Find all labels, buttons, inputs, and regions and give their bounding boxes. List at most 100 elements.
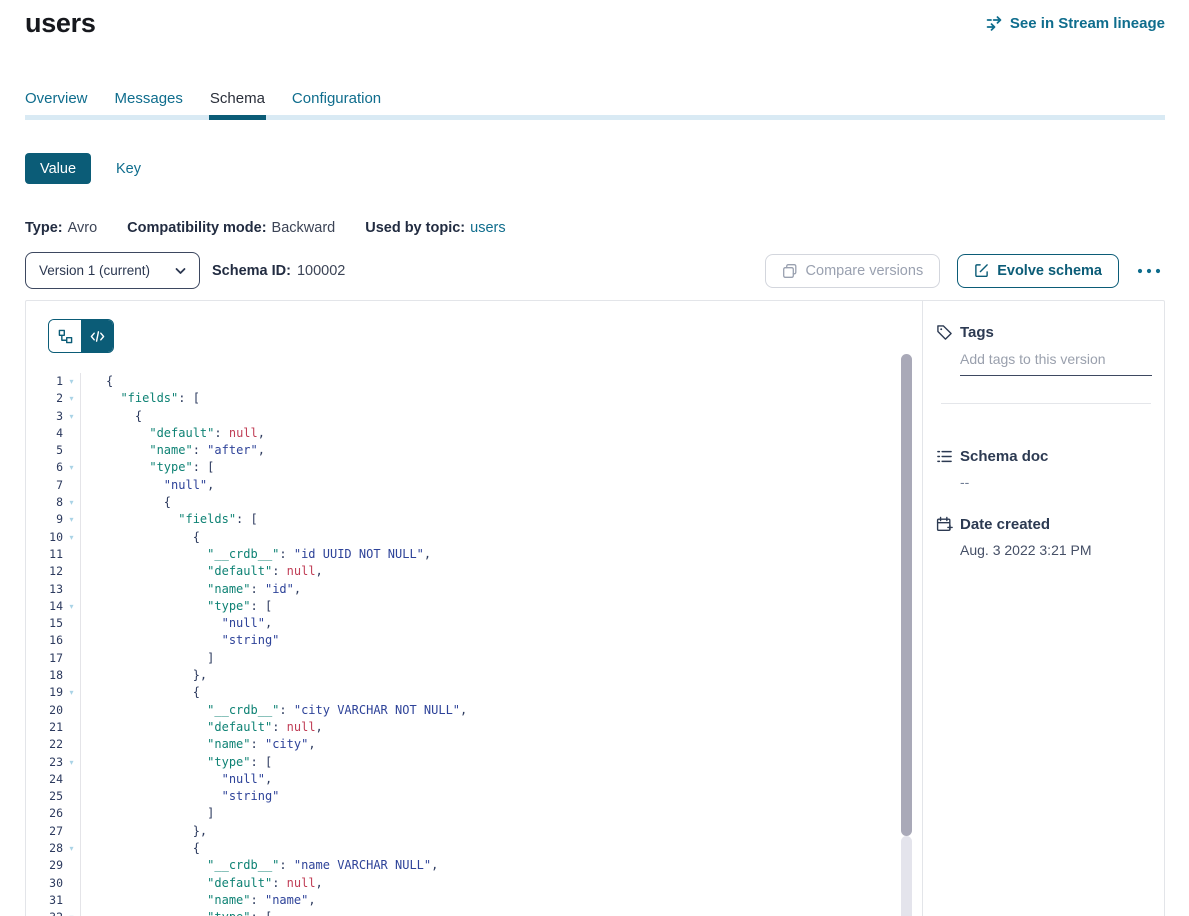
- code-text: ]: [80, 650, 922, 667]
- date-created-section-header: Date created: [936, 516, 1165, 533]
- version-select-value: Version 1 (current): [39, 263, 150, 278]
- fold-arrow-icon[interactable]: ▾: [63, 494, 80, 511]
- line-number: 24: [26, 771, 63, 788]
- fold-arrow-icon[interactable]: ▾: [63, 390, 80, 407]
- line-number: 16: [26, 632, 63, 649]
- code-text: "type": [: [80, 598, 922, 615]
- fold-spacer: [63, 667, 80, 684]
- code-text: "default": null,: [80, 719, 922, 736]
- code-line: 8▾ {: [26, 494, 922, 511]
- compare-versions-label: Compare versions: [806, 263, 924, 279]
- code-text: {: [80, 408, 922, 425]
- key-toggle-link[interactable]: Key: [116, 161, 141, 177]
- fold-arrow-icon[interactable]: ▾: [63, 754, 80, 771]
- version-select[interactable]: Version 1 (current): [25, 252, 200, 289]
- date-created-value: Aug. 3 2022 3:21 PM: [960, 542, 1165, 558]
- fold-arrow-icon[interactable]: ▾: [63, 373, 80, 390]
- fold-arrow-icon[interactable]: ▾: [63, 909, 80, 916]
- code-text: },: [80, 667, 922, 684]
- line-number: 7: [26, 477, 63, 494]
- line-number: 5: [26, 442, 63, 459]
- line-number: 6: [26, 459, 63, 476]
- code-line: 6▾ "type": [: [26, 459, 922, 476]
- line-number: 22: [26, 736, 63, 753]
- line-number: 32: [26, 909, 63, 916]
- tags-input[interactable]: [960, 351, 1152, 376]
- evolve-schema-button[interactable]: Evolve schema: [957, 254, 1119, 288]
- used-by-topic-link[interactable]: users: [470, 220, 505, 236]
- code-line: 16 "string": [26, 632, 922, 649]
- code-line: 4 "default": null,: [26, 425, 922, 442]
- line-number: 30: [26, 875, 63, 892]
- edit-icon: [974, 263, 989, 278]
- code-text: "__crdb__": "id UUID NOT NULL",: [80, 546, 922, 563]
- fold-spacer: [63, 857, 80, 874]
- compatibility-mode-value: Backward: [272, 220, 336, 236]
- code-line: 31 "name": "name",: [26, 892, 922, 909]
- code-text: "type": [: [80, 754, 922, 771]
- fold-arrow-icon[interactable]: ▾: [63, 840, 80, 857]
- chevron-down-icon: [175, 267, 186, 275]
- code-line: 12 "default": null,: [26, 563, 922, 580]
- code-line: 13 "name": "id",: [26, 581, 922, 598]
- more-options-button[interactable]: [1133, 264, 1165, 278]
- code-line: 1▾{: [26, 373, 922, 390]
- schema-code-editor[interactable]: 1▾{2▾ "fields": [3▾ {4 "default": null,5…: [26, 373, 922, 916]
- code-line: 14▾ "type": [: [26, 598, 922, 615]
- code-text: "default": null,: [80, 425, 922, 442]
- code-view-button[interactable]: [81, 320, 113, 352]
- fold-arrow-icon[interactable]: ▾: [63, 459, 80, 476]
- code-line: 11 "__crdb__": "id UUID NOT NULL",: [26, 546, 922, 563]
- code-line: 28▾ {: [26, 840, 922, 857]
- schema-kind-toggle: Value Key: [25, 153, 141, 184]
- code-line: 22 "name": "city",: [26, 736, 922, 753]
- line-number: 31: [26, 892, 63, 909]
- line-number: 26: [26, 805, 63, 822]
- code-text: "null",: [80, 477, 922, 494]
- line-number: 11: [26, 546, 63, 563]
- value-toggle-button[interactable]: Value: [25, 153, 91, 184]
- code-text: {: [80, 494, 922, 511]
- code-text: {: [80, 840, 922, 857]
- tab-schema[interactable]: Schema: [210, 90, 265, 120]
- code-line: 30 "default": null,: [26, 875, 922, 892]
- used-by-topic-label: Used by topic:: [365, 220, 465, 236]
- code-text: {: [80, 373, 922, 390]
- list-icon: [936, 448, 953, 465]
- tags-section-header: Tags: [936, 324, 1165, 341]
- code-text: "type": [: [80, 909, 922, 916]
- fold-spacer: [63, 425, 80, 442]
- compare-versions-button[interactable]: Compare versions: [765, 254, 941, 288]
- fold-spacer: [63, 442, 80, 459]
- fold-spacer: [63, 632, 80, 649]
- compatibility-mode-label: Compatibility mode:: [127, 220, 266, 236]
- editor-scrollbar-thumb[interactable]: [901, 354, 912, 836]
- fold-arrow-icon[interactable]: ▾: [63, 529, 80, 546]
- fold-spacer: [63, 581, 80, 598]
- fold-arrow-icon[interactable]: ▾: [63, 684, 80, 701]
- page-title: users: [25, 8, 96, 39]
- code-line: 29 "__crdb__": "name VARCHAR NULL",: [26, 857, 922, 874]
- fold-arrow-icon[interactable]: ▾: [63, 511, 80, 528]
- calendar-plus-icon: [936, 516, 953, 533]
- schema-panel: 1▾{2▾ "fields": [3▾ {4 "default": null,5…: [25, 300, 1165, 916]
- line-number: 17: [26, 650, 63, 667]
- code-line: 20 "__crdb__": "city VARCHAR NOT NULL",: [26, 702, 922, 719]
- fold-arrow-icon[interactable]: ▾: [63, 598, 80, 615]
- fold-arrow-icon[interactable]: ▾: [63, 408, 80, 425]
- editor-scrollbar-track: [901, 836, 912, 916]
- code-line: 25 "string": [26, 788, 922, 805]
- code-line: 10▾ {: [26, 529, 922, 546]
- line-number: 13: [26, 581, 63, 598]
- line-number: 28: [26, 840, 63, 857]
- tree-view-button[interactable]: [49, 320, 81, 352]
- line-number: 12: [26, 563, 63, 580]
- schema-doc-value: --: [960, 474, 1165, 490]
- code-line: 5 "name": "after",: [26, 442, 922, 459]
- compare-icon: [782, 263, 798, 279]
- code-line: 21 "default": null,: [26, 719, 922, 736]
- line-number: 14: [26, 598, 63, 615]
- fold-spacer: [63, 892, 80, 909]
- stream-lineage-link[interactable]: See in Stream lineage: [986, 15, 1165, 32]
- line-number: 15: [26, 615, 63, 632]
